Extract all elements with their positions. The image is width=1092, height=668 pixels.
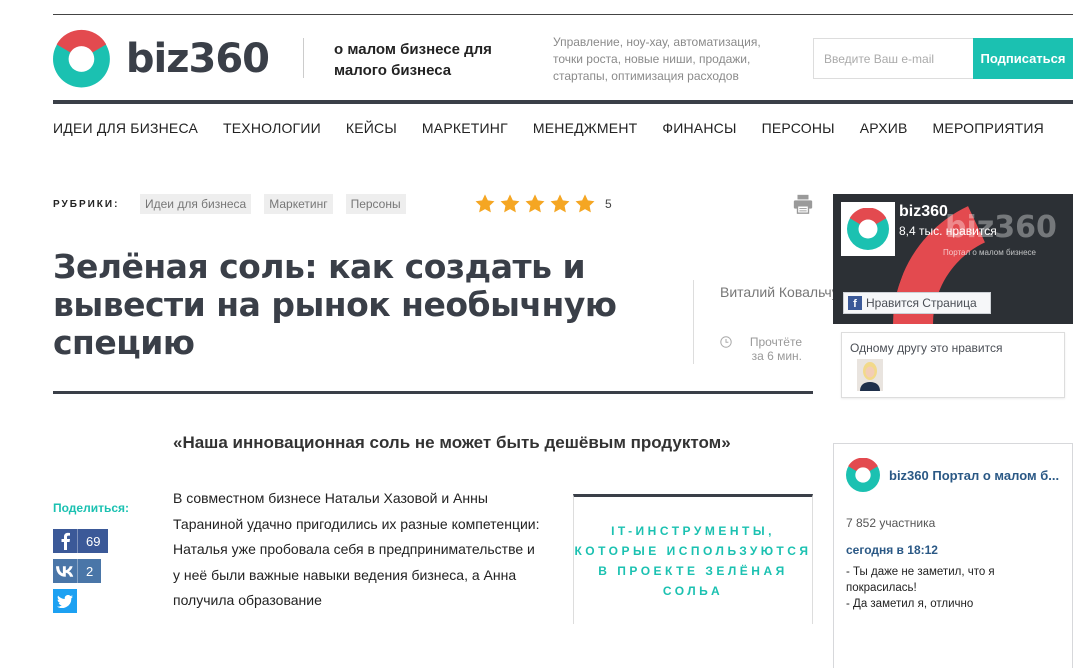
share-facebook-button[interactable]: 69: [53, 529, 109, 553]
article-lead: «Наша инновационная соль не может быть д…: [173, 433, 731, 452]
clock-icon: [720, 336, 732, 348]
site-tagline: о малом бизнесе для малого бизнеса: [334, 41, 492, 79]
main-nav: ИДЕИ ДЛЯ БИЗНЕСА ТЕХНОЛОГИИ КЕЙСЫ МАРКЕТ…: [53, 120, 1069, 136]
star-icon[interactable]: [474, 193, 496, 215]
vk-group-header[interactable]: biz360 Портал о малом б...: [846, 458, 1059, 492]
share-twitter-button[interactable]: [53, 589, 77, 613]
title-divider: [53, 391, 813, 394]
vk-post-line: - Да заметил я, отлично: [846, 598, 974, 610]
article-body: В совместном бизнесе Натальи Хазовой и А…: [173, 490, 540, 608]
callout-heading: IT-ИНСТРУМЕНТЫ, КОТОРЫЕ ИСПОЛЬЗУЮТСЯ В П…: [574, 524, 812, 598]
site-logo[interactable]: biz360: [53, 28, 270, 90]
star-icon[interactable]: [549, 193, 571, 215]
rubric-tags: Идеи для бизнеса Маркетинг Персоны: [140, 194, 419, 214]
site-subtopics: Управление, ноу-хау, автоматизация, точк…: [553, 35, 761, 83]
nav-item-management[interactable]: МЕНЕДЖМЕНТ: [533, 120, 638, 136]
friend-likes-text: Одному другу это нравится: [850, 341, 1003, 355]
callout-box: IT-ИНСТРУМЕНТЫ, КОТОРЫЕ ИСПОЛЬЗУЮТСЯ В П…: [573, 494, 813, 624]
friend-avatar[interactable]: [857, 359, 883, 391]
vk-group-name[interactable]: biz360 Портал о малом б...: [889, 468, 1059, 483]
vk-group-widget: biz360 Портал о малом б... 7 852 участни…: [833, 443, 1073, 668]
email-input[interactable]: [813, 38, 973, 79]
logo-mark-icon: [847, 208, 889, 250]
page-thumbnail: [841, 202, 895, 256]
logo-mark-icon: [53, 29, 110, 88]
top-divider: [53, 14, 1073, 15]
logo-text: biz360: [125, 36, 270, 82]
rating-count: 5: [605, 197, 612, 211]
subscribe-button[interactable]: Подписаться: [973, 38, 1073, 79]
nav-item-cases[interactable]: КЕЙСЫ: [346, 120, 397, 136]
facebook-icon: f: [848, 296, 862, 310]
like-page-button[interactable]: f Нравится Страница: [843, 292, 991, 314]
vk-members-count: 7 852 участника: [846, 516, 936, 530]
vk-post-time[interactable]: сегодня в 18:12: [846, 543, 938, 557]
rating-stars: [474, 193, 599, 215]
facebook-icon: [53, 529, 77, 553]
rubric-tag[interactable]: Персоны: [345, 194, 406, 214]
facebook-page-widget[interactable]: biz360 Портал о малом бизнесе biz360 8,4…: [833, 194, 1073, 324]
author-divider: [693, 280, 694, 364]
read-time-text: Прочтёте за 6 мин.: [749, 335, 802, 363]
nav-item-archive[interactable]: АРХИВ: [860, 120, 908, 136]
nav-item-tech[interactable]: ТЕХНОЛОГИИ: [223, 120, 321, 136]
star-icon[interactable]: [524, 193, 546, 215]
twitter-icon: [53, 589, 77, 613]
star-icon[interactable]: [499, 193, 521, 215]
like-page-label: Нравится Страница: [866, 296, 977, 310]
logo-mark-icon: [846, 458, 880, 492]
nav-divider: [53, 100, 1073, 104]
vk-post-text: - Ты даже не заметил, что я покрасилась!…: [846, 564, 1056, 612]
vk-icon: [53, 559, 77, 583]
widget-portal-caption: Портал о малом бизнесе: [943, 248, 1036, 257]
read-time: Прочтёте за 6 мин.: [720, 335, 802, 363]
nav-item-marketing[interactable]: МАРКЕТИНГ: [422, 120, 508, 136]
friend-likes-card: Одному другу это нравится: [841, 332, 1065, 398]
nav-item-events[interactable]: МЕРОПРИЯТИЯ: [933, 120, 1044, 136]
share-label: Поделиться:: [53, 501, 130, 515]
nav-item-finance[interactable]: ФИНАНСЫ: [662, 120, 736, 136]
vk-post-line: - Ты даже не заметил, что я покрасилась!: [846, 566, 995, 594]
nav-item-ideas[interactable]: ИДЕИ ДЛЯ БИЗНЕСА: [53, 120, 198, 136]
article-title: Зелёная соль: как создать и вывести на р…: [53, 247, 617, 362]
share-vk-button[interactable]: 2: [53, 559, 102, 583]
print-icon[interactable]: [792, 193, 814, 215]
page-likes: 8,4 тыс. нравится: [899, 224, 997, 238]
star-icon[interactable]: [574, 193, 596, 215]
rubric-tag[interactable]: Маркетинг: [264, 194, 333, 214]
page-name: biz360: [899, 203, 948, 220]
rubric-tag[interactable]: Идеи для бизнеса: [140, 194, 252, 214]
author-name[interactable]: Виталий Ковальчук: [720, 283, 845, 302]
rubrics-label: РУБРИКИ:: [53, 199, 120, 210]
header-divider: [303, 38, 304, 78]
nav-item-persons[interactable]: ПЕРСОНЫ: [762, 120, 835, 136]
share-count: 69: [77, 529, 108, 553]
share-count: 2: [77, 559, 101, 583]
